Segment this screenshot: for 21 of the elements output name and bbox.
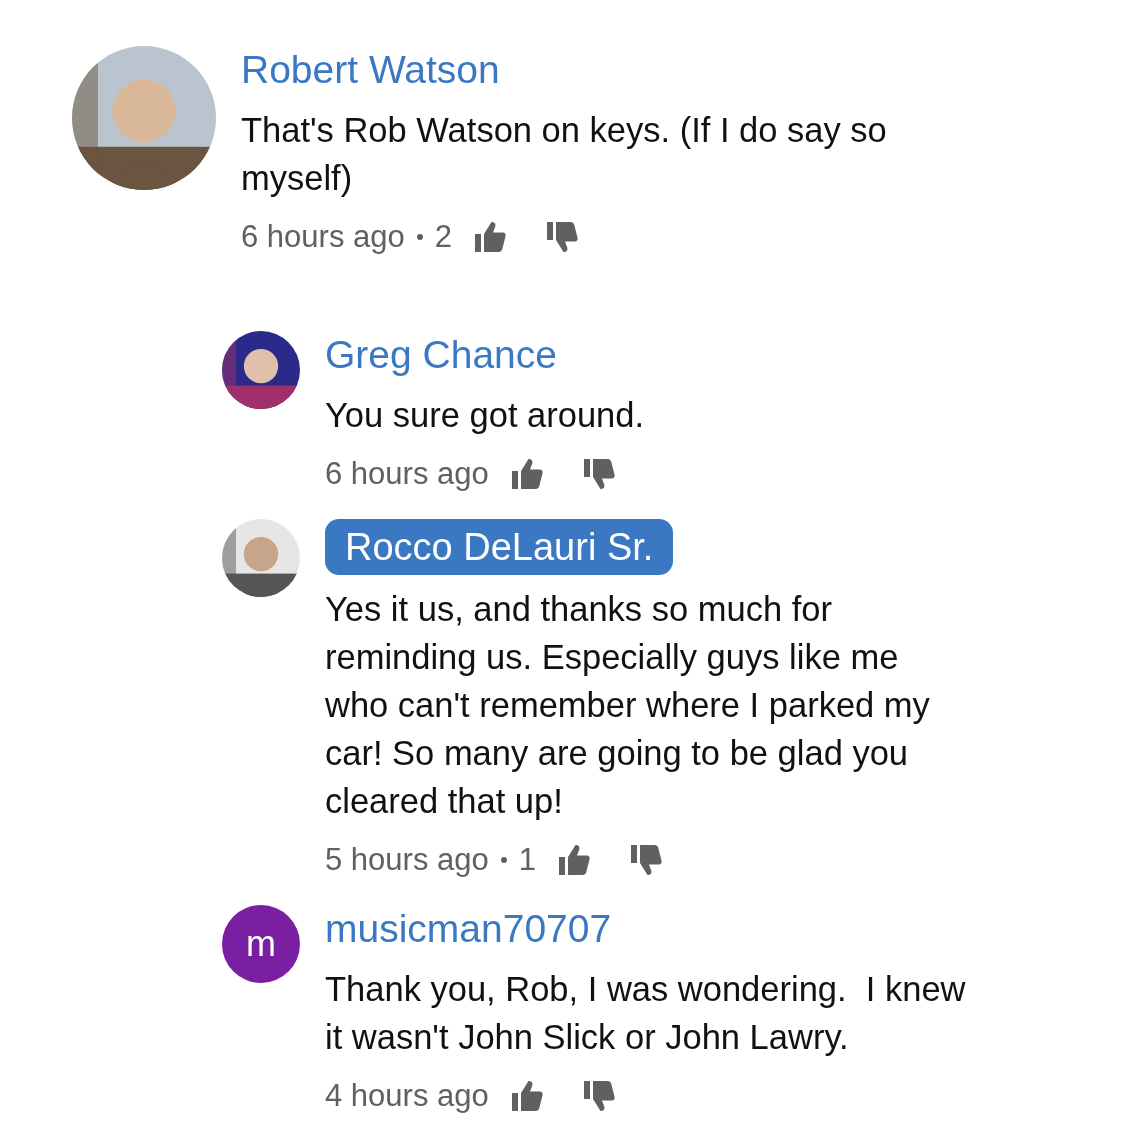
timestamp: 6 hours ago (325, 456, 489, 492)
timestamp: 5 hours ago (325, 842, 489, 878)
comment-text: Thank you, Rob, I was wondering. I knew it wasn't John Slick or John Lawry. (325, 969, 966, 1058)
timestamp: 4 hours ago (325, 1078, 489, 1114)
avatar-icon[interactable]: m (222, 905, 300, 983)
comment-text: You sure got around. (325, 395, 645, 436)
author-badge[interactable]: Rocco DeLauri Sr. (325, 519, 674, 575)
author-name[interactable]: Greg Chance (325, 331, 557, 379)
separator-dot (500, 857, 507, 863)
separator-dot (416, 234, 423, 240)
thumbs-down-icon[interactable] (628, 842, 664, 878)
author-name[interactable]: musicman70707 (325, 905, 612, 953)
thumbs-up-icon[interactable] (472, 219, 508, 255)
like-count: 2 (434, 219, 452, 255)
like-count: 1 (518, 842, 536, 878)
author-name[interactable]: Robert Watson (241, 46, 500, 94)
comment-text: That's Rob Watson on keys. (If I do say so myself) (241, 110, 887, 199)
thumbs-up-icon[interactable] (556, 842, 592, 878)
thumbs-down-icon[interactable] (544, 219, 580, 255)
timestamp: 6 hours ago (241, 219, 405, 255)
comment-text: Yes it us, and thanks so much for reminding us. Especially guys like me who can't remember where I parked my car! So many are going to be glad you cleared that up! (325, 589, 930, 822)
